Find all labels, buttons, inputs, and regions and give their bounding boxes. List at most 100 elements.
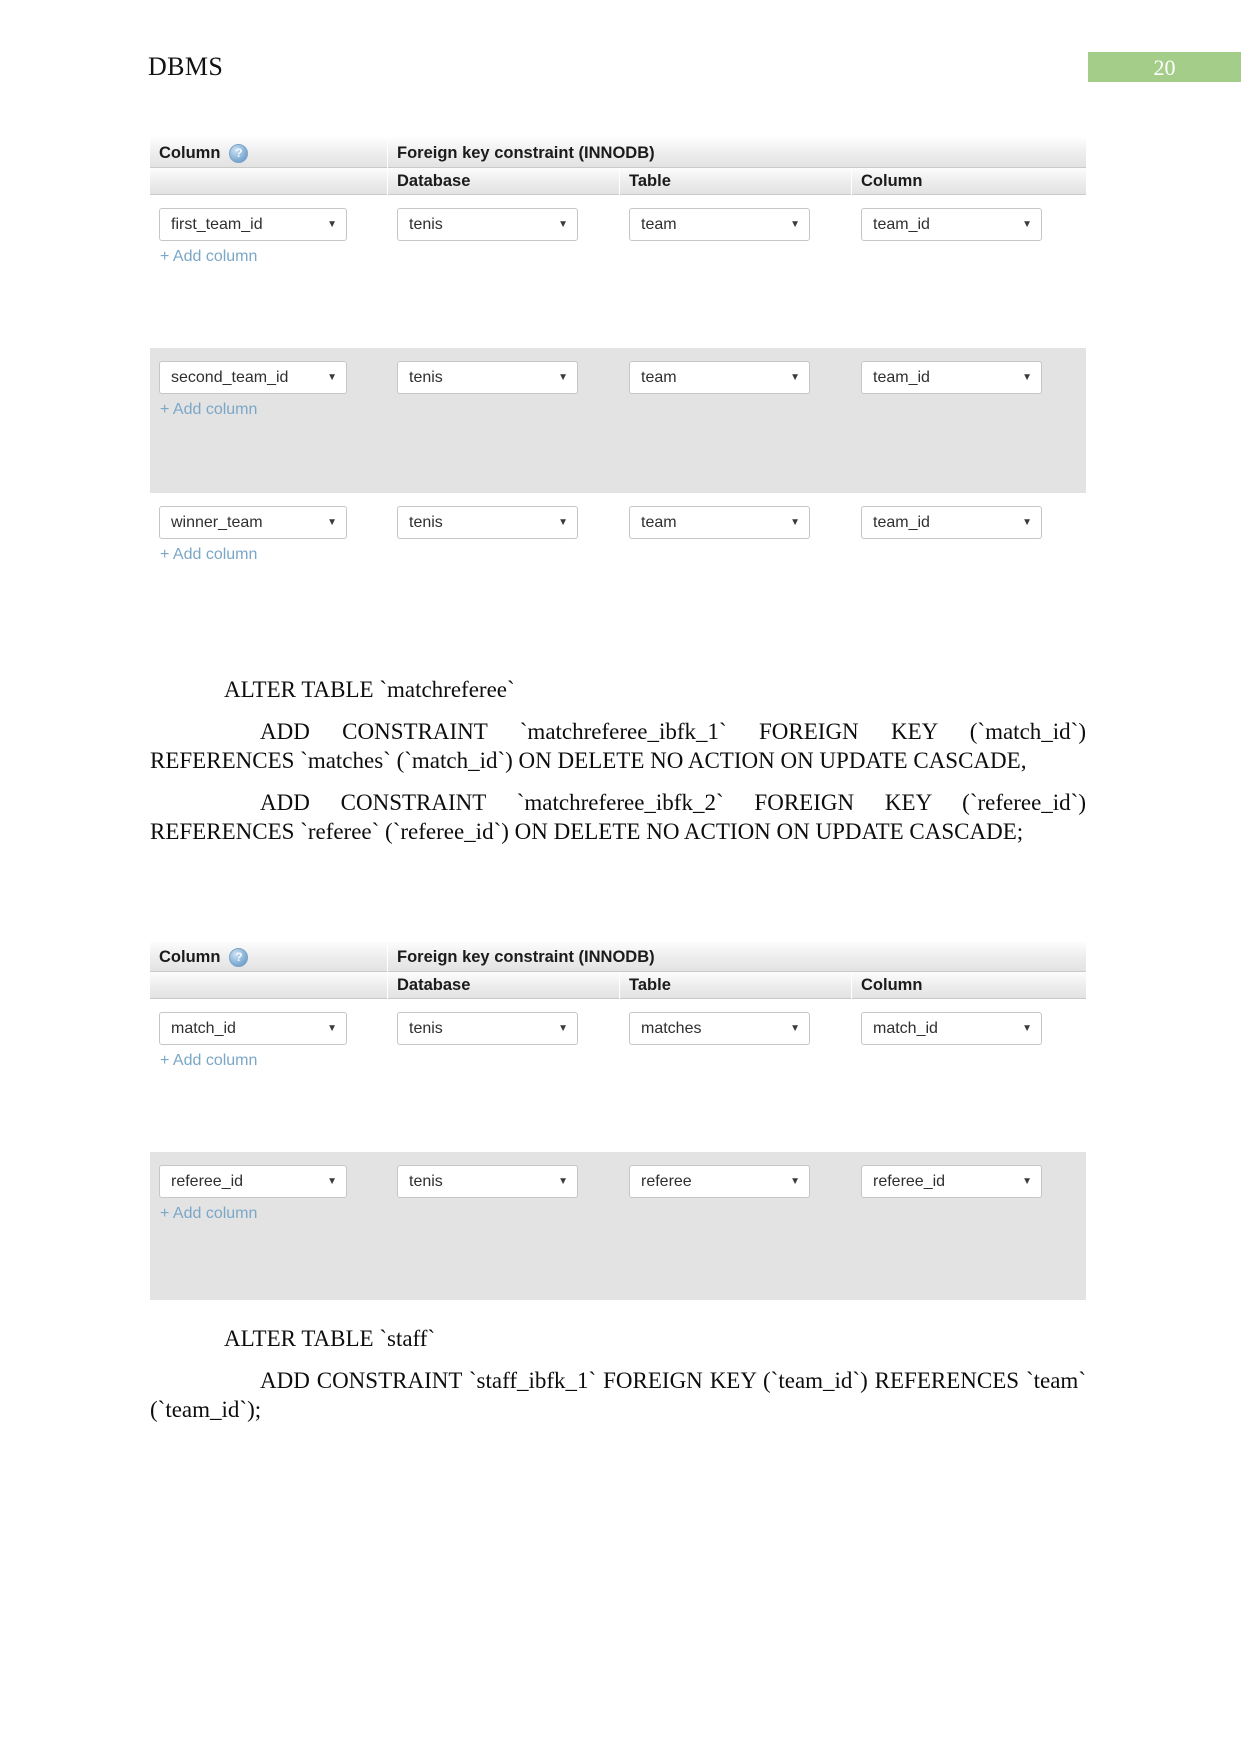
subheader-table: Table [620, 168, 852, 195]
column-select[interactable]: match_id ▼ [159, 1012, 347, 1045]
add-column-link[interactable]: + Add column [160, 1205, 388, 1223]
database-select[interactable]: tenis ▼ [397, 1012, 578, 1045]
header-column: Column ? [150, 942, 388, 972]
help-circle-icon[interactable]: ? [229, 947, 249, 967]
document-title: DBMS [148, 52, 224, 81]
database-select[interactable]: tenis ▼ [397, 1165, 578, 1198]
ref-column-select-value: referee_id [873, 1172, 946, 1190]
cell-column: second_team_id ▼ + Add column [150, 348, 388, 419]
foreign-key-table-1: Column ? Foreign key constraint (INNODB)… [150, 138, 1086, 564]
table-subheader-row: Database Table Column [150, 168, 1086, 195]
cell-table: team ▼ [620, 195, 852, 241]
header-column-label: Column [159, 947, 221, 966]
subheader-ref-column: Column [852, 972, 1086, 999]
ref-column-select-value: team_id [873, 368, 930, 386]
table-select[interactable]: referee ▼ [629, 1165, 810, 1198]
cell-table: team ▼ [620, 493, 852, 539]
page-header: DBMS 20 [0, 0, 1241, 100]
sql-constraint-paragraph: ADD CONSTRAINT `matchreferee_ibfk_1` FOR… [150, 719, 1086, 773]
database-select[interactable]: tenis ▼ [397, 208, 578, 241]
chevron-down-icon: ▼ [327, 1175, 337, 1187]
chevron-down-icon: ▼ [558, 1175, 568, 1187]
column-select[interactable]: second_team_id ▼ [159, 361, 347, 394]
page-number: 20 [1153, 55, 1176, 80]
table-select-value: team [641, 513, 677, 531]
chevron-down-icon: ▼ [327, 371, 337, 383]
header-column-label: Column [159, 143, 221, 162]
subheader-ref-column-label: Column [861, 976, 923, 994]
add-column-link[interactable]: + Add column [160, 401, 388, 419]
cell-column: referee_id ▼ + Add column [150, 1152, 388, 1223]
table-select[interactable]: team ▼ [629, 361, 810, 394]
table-select[interactable]: team ▼ [629, 208, 810, 241]
database-select-value: tenis [409, 215, 443, 233]
table-row: winner_team ▼ + Add column tenis ▼ team … [150, 493, 1086, 564]
column-select-value: match_id [171, 1019, 236, 1037]
help-circle-icon[interactable]: ? [229, 143, 249, 163]
subheader-database-label: Database [397, 976, 471, 994]
ref-column-select[interactable]: referee_id ▼ [861, 1165, 1042, 1198]
sql-alter-table-line: ALTER TABLE `matchreferee` [224, 677, 515, 702]
sql-statement-block-2: ALTER TABLE `staff` ADD CONSTRAINT `staf… [150, 1324, 1086, 1424]
database-select[interactable]: tenis ▼ [397, 361, 578, 394]
database-select-value: tenis [409, 1172, 443, 1190]
table-select-value: matches [641, 1019, 702, 1037]
chevron-down-icon: ▼ [790, 218, 800, 230]
column-select-value: first_team_id [171, 215, 263, 233]
table-select[interactable]: team ▼ [629, 506, 810, 539]
sql-statement-block-1: ALTER TABLE `matchreferee` ADD CONSTRAIN… [150, 675, 1086, 846]
add-column-link[interactable]: + Add column [160, 1052, 388, 1070]
header-foreign-key: Foreign key constraint (INNODB) [388, 942, 1086, 972]
table-row: second_team_id ▼ + Add column tenis ▼ te… [150, 348, 1086, 493]
subheader-database: Database [388, 168, 620, 195]
table-select[interactable]: matches ▼ [629, 1012, 810, 1045]
row-spacer [150, 266, 1086, 348]
add-column-link[interactable]: + Add column [160, 546, 388, 564]
cell-column: winner_team ▼ + Add column [150, 493, 388, 564]
column-select[interactable]: winner_team ▼ [159, 506, 347, 539]
chevron-down-icon: ▼ [1022, 516, 1032, 528]
subheader-table-label: Table [629, 976, 671, 994]
add-column-link[interactable]: + Add column [160, 248, 388, 266]
table-subheader-row: Database Table Column [150, 972, 1086, 999]
column-select[interactable]: referee_id ▼ [159, 1165, 347, 1198]
ref-column-select[interactable]: team_id ▼ [861, 506, 1042, 539]
header-foreign-key: Foreign key constraint (INNODB) [388, 138, 1086, 168]
database-select-value: tenis [409, 513, 443, 531]
subheader-table-label: Table [629, 172, 671, 190]
column-select-value: referee_id [171, 1172, 244, 1190]
ref-column-select-value: team_id [873, 215, 930, 233]
subheader-spacer [150, 972, 388, 999]
cell-ref-column: team_id ▼ [852, 195, 1086, 241]
ref-column-select[interactable]: team_id ▼ [861, 361, 1042, 394]
cell-database: tenis ▼ [388, 999, 620, 1045]
cell-ref-column: team_id ▼ [852, 348, 1086, 394]
chevron-down-icon: ▼ [790, 371, 800, 383]
cell-ref-column: team_id ▼ [852, 493, 1086, 539]
table-row: referee_id ▼ + Add column tenis ▼ refere… [150, 1152, 1086, 1300]
chevron-down-icon: ▼ [558, 371, 568, 383]
chevron-down-icon: ▼ [558, 218, 568, 230]
database-select-value: tenis [409, 368, 443, 386]
row-spacer [150, 1070, 1086, 1152]
column-select[interactable]: first_team_id ▼ [159, 208, 347, 241]
table-row: first_team_id ▼ + Add column tenis ▼ tea… [150, 195, 1086, 266]
table-header-row: Column ? Foreign key constraint (INNODB) [150, 942, 1086, 972]
ref-column-select[interactable]: match_id ▼ [861, 1012, 1042, 1045]
cell-database: tenis ▼ [388, 195, 620, 241]
chevron-down-icon: ▼ [558, 1022, 568, 1034]
ref-column-select[interactable]: team_id ▼ [861, 208, 1042, 241]
page-number-badge: 20 [1088, 52, 1241, 82]
cell-database: tenis ▼ [388, 348, 620, 394]
subheader-ref-column-label: Column [861, 172, 923, 190]
chevron-down-icon: ▼ [1022, 371, 1032, 383]
database-select[interactable]: tenis ▼ [397, 506, 578, 539]
subheader-table: Table [620, 972, 852, 999]
cell-database: tenis ▼ [388, 493, 620, 539]
table-row: match_id ▼ + Add column tenis ▼ matches … [150, 999, 1086, 1070]
subheader-spacer [150, 168, 388, 195]
column-select-value: second_team_id [171, 368, 289, 386]
table-select-value: referee [641, 1172, 692, 1190]
foreign-key-table-2: Column ? Foreign key constraint (INNODB)… [150, 942, 1086, 1300]
table-header-row: Column ? Foreign key constraint (INNODB) [150, 138, 1086, 168]
